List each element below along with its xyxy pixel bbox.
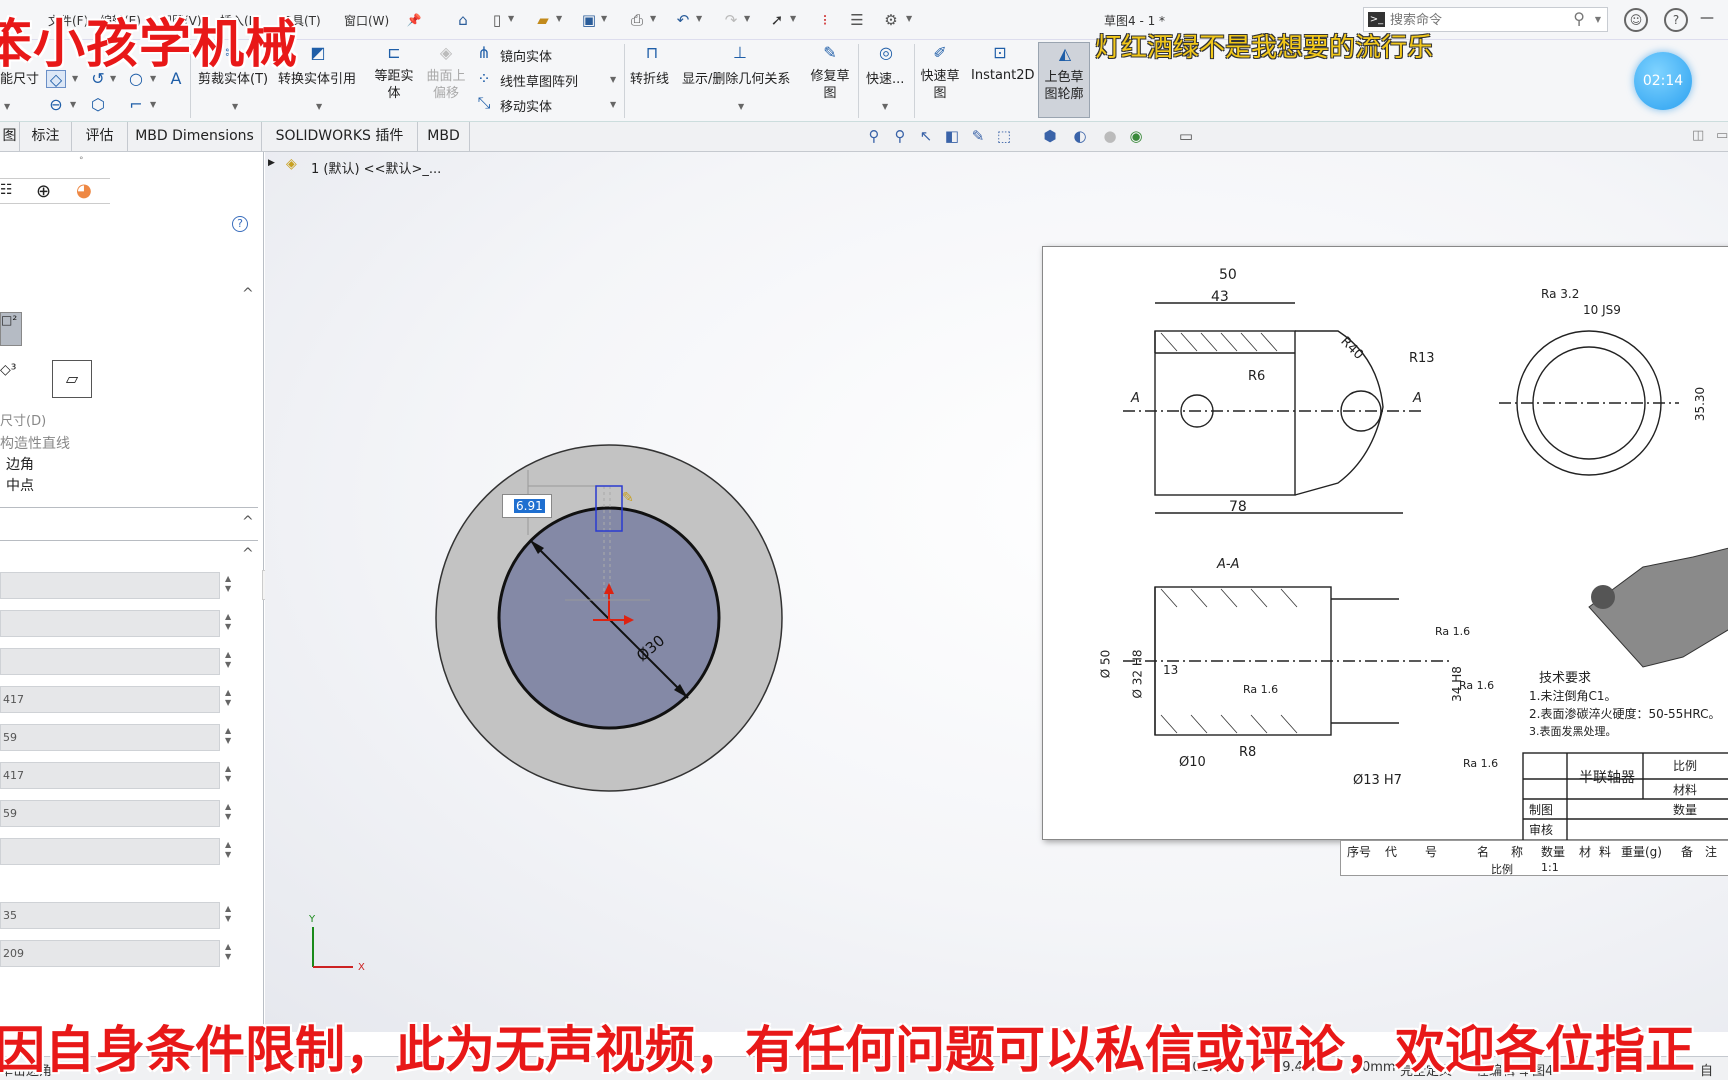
drawing-dim: 50 bbox=[1219, 267, 1237, 283]
title-block-quantity: 数量 bbox=[1673, 803, 1698, 817]
dimension-input-value[interactable]: 6.91 bbox=[514, 499, 545, 513]
bom-cell: 1:1 bbox=[1541, 861, 1559, 874]
reference-drawing-image[interactable]: 50 43 78 R40 R13 R6 A A 10 JS9 Ra 3.2 35… bbox=[1042, 246, 1728, 841]
bom-header-cell: 备 bbox=[1681, 845, 1694, 859]
drawing-dim: 78 bbox=[1229, 499, 1247, 515]
title-block-drawn: 制图 bbox=[1529, 803, 1554, 817]
title-block-scale: 比例 bbox=[1673, 759, 1698, 773]
drawing-dim: R8 bbox=[1239, 745, 1257, 760]
drawing-dim: 13 bbox=[1163, 663, 1179, 677]
drawing-dim: Ra 1.6 bbox=[1463, 757, 1499, 770]
bom-table-strip: 序号 代 号 名 称 数量 材 料 重量(g) 备 注 比例 1:1 bbox=[1340, 840, 1728, 876]
drawing-dim: Ra 1.6 bbox=[1459, 679, 1495, 692]
title-block-material: 材料 bbox=[1673, 783, 1698, 797]
tech-requirements-title: 技术要求 bbox=[1539, 671, 1592, 686]
drawing-linework bbox=[1123, 302, 1728, 841]
x-axis-label: X bbox=[358, 962, 365, 972]
drawing-dim: 35.30 bbox=[1693, 386, 1708, 422]
title-block-check: 审核 bbox=[1529, 823, 1554, 837]
lyric-overlay: 灯红酒绿不是我想要的流行乐 bbox=[1095, 33, 1434, 63]
recording-timer: 02:14 bbox=[1634, 52, 1692, 110]
bom-cell: 比例 bbox=[1491, 863, 1513, 876]
isometric-hole bbox=[1591, 585, 1615, 609]
bom-header-cell: 注 bbox=[1705, 845, 1718, 859]
drawing-dim: R13 bbox=[1409, 351, 1435, 366]
drawing-dim: A-A bbox=[1217, 557, 1240, 572]
title-block-part-name: 半联轴器 bbox=[1579, 770, 1635, 786]
bom-header-cell: 名 bbox=[1477, 845, 1490, 859]
drawing-dim: Ø13 H7 bbox=[1353, 773, 1402, 788]
tech-requirement-line: 2.表面渗碳淬火硬度：50-55HRC。 bbox=[1529, 707, 1721, 721]
caption-overlay: 因自身条件限制，此为无声视频，有任何问题可以私信或评论，欢迎各位指正 bbox=[0, 1021, 1695, 1079]
tech-requirement-line: 3.表面发黑处理。 bbox=[1529, 725, 1617, 738]
drawing-dim: Ra 1.6 bbox=[1435, 625, 1471, 638]
status-units[interactable]: 自 bbox=[1700, 1060, 1713, 1079]
drawing-dim: Ø 50 bbox=[1098, 649, 1113, 679]
drawing-dim: Ra 1.6 bbox=[1243, 683, 1279, 696]
drawing-dim: 10 JS9 bbox=[1583, 303, 1621, 317]
bom-header-cell: 序号 bbox=[1347, 845, 1372, 859]
bom-header-cell: 料 bbox=[1599, 845, 1612, 859]
drawing-dim: 43 bbox=[1211, 289, 1229, 305]
drawing-dim: Ra 3.2 bbox=[1541, 287, 1580, 301]
drawing-dim: R6 bbox=[1248, 369, 1266, 384]
dimension-input-box[interactable]: 6.91 bbox=[502, 494, 552, 518]
coordinate-triad: Y X bbox=[308, 914, 365, 972]
drawing-dim: A bbox=[1413, 391, 1422, 406]
bom-header-cell: 重量(g) bbox=[1621, 845, 1662, 859]
y-axis-label: Y bbox=[308, 914, 316, 925]
bom-header-cell: 称 bbox=[1511, 845, 1524, 859]
drawing-dim: Ø 32 H8 bbox=[1130, 649, 1145, 699]
bom-header-cell: 号 bbox=[1425, 845, 1438, 859]
solidworks-window: 文件(F) 编辑(E) 视图(V) 插入(I) 工具(T) 窗口(W) 📌 ⌂ … bbox=[0, 0, 1728, 1080]
isometric-part-shape bbox=[1588, 547, 1728, 668]
drawing-dim: Ø10 bbox=[1179, 755, 1206, 770]
bom-header-cell: 材 bbox=[1579, 845, 1592, 859]
bom-header-cell: 数量 bbox=[1541, 845, 1566, 859]
channel-logo-overlay: 笨小孩学机械 bbox=[0, 15, 299, 75]
drawing-dim: A bbox=[1131, 391, 1140, 406]
tech-requirement-line: 1.未注倒角C1。 bbox=[1529, 689, 1617, 703]
pencil-cursor-icon: ✎ bbox=[622, 490, 634, 506]
bom-header-cell: 代 bbox=[1385, 845, 1398, 859]
